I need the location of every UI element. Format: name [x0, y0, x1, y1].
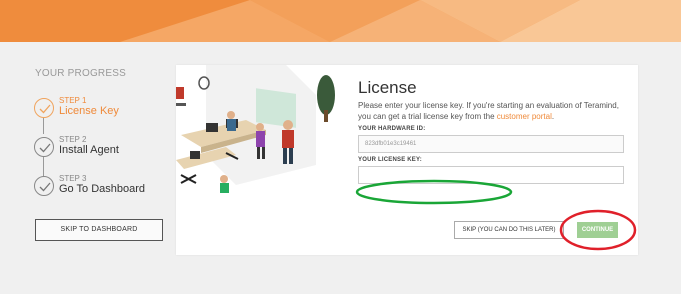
license-description: Please enter your license key. If you're…: [358, 100, 626, 122]
step-number: STEP 1: [59, 96, 87, 105]
check-icon: [34, 98, 54, 118]
continue-button[interactable]: CONTINUE: [577, 222, 618, 238]
step-label: License Key: [59, 105, 119, 117]
license-form: License Please enter your license key. I…: [358, 78, 626, 184]
page-title: License: [358, 78, 417, 97]
license-key-input[interactable]: [358, 166, 624, 184]
hardware-id-label: YOUR HARDWARE ID:: [358, 126, 426, 132]
description-text: Please enter your license key. If you're…: [358, 101, 619, 121]
license-card: License Please enter your license key. I…: [176, 65, 638, 255]
license-key-label: YOUR LICENSE KEY:: [358, 157, 422, 163]
skip-to-dashboard-button[interactable]: SKIP TO DASHBOARD: [35, 219, 163, 241]
step-number: STEP 3: [59, 174, 87, 183]
hardware-id-field: 823dfb01e3c19461: [358, 135, 624, 153]
step-number: STEP 2: [59, 135, 87, 144]
customer-portal-link[interactable]: customer portal: [497, 112, 552, 121]
skip-later-button[interactable]: SKIP (YOU CAN DO THIS LATER): [454, 221, 564, 239]
progress-sidebar: YOUR PROGRESS STEP 1 License Key STEP 2 …: [24, 68, 174, 241]
description-end: .: [551, 112, 555, 121]
header-banner: [0, 0, 681, 42]
step-label: Go To Dashboard: [59, 183, 146, 195]
office-illustration: [176, 65, 336, 195]
step-label: Install Agent: [59, 144, 119, 156]
check-icon: [34, 137, 54, 157]
check-icon: [34, 176, 54, 196]
progress-title: YOUR PROGRESS: [35, 68, 126, 79]
